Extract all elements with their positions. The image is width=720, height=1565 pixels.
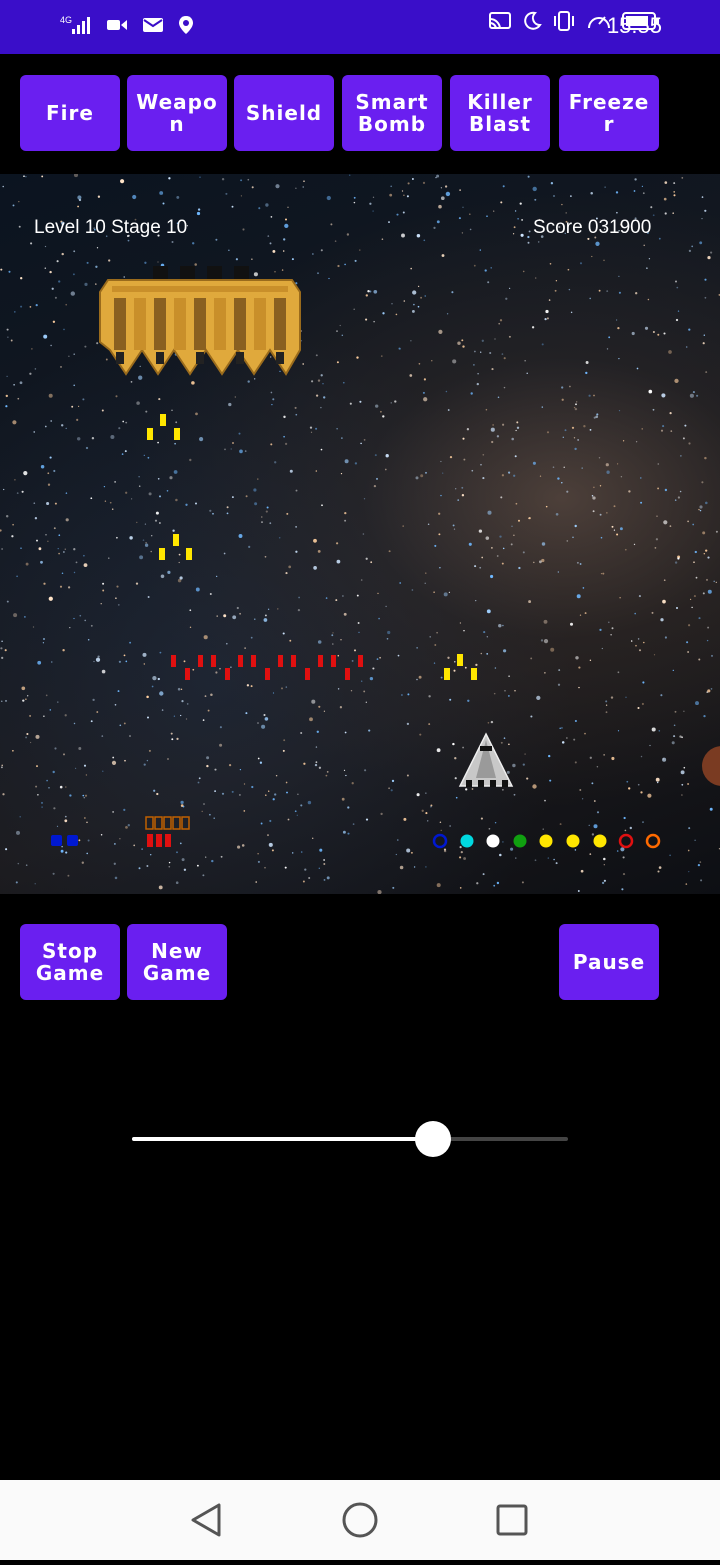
enemy-bullets-yellow: [147, 414, 477, 680]
freezer-button[interactable]: Freeze r: [559, 75, 659, 151]
stop-game-button[interactable]: Stop Game: [20, 924, 120, 1000]
shield-button[interactable]: Shield: [234, 75, 334, 151]
planet: [702, 746, 720, 786]
player-ship: [458, 732, 514, 787]
back-icon[interactable]: [191, 1503, 221, 1537]
vibrate-icon: [552, 10, 576, 37]
cast-icon: [488, 11, 512, 36]
game-sprites: [51, 266, 720, 849]
status-time: 15:55: [606, 13, 662, 38]
moon-icon: [522, 11, 542, 36]
fire-button[interactable]: Fire: [20, 75, 120, 151]
recents-icon[interactable]: [496, 1504, 528, 1536]
signal-icon: 4G: [58, 14, 92, 41]
ammo-indicator: [145, 816, 190, 847]
status-bar: 4G 15:55: [0, 0, 720, 54]
mail-icon: [142, 17, 164, 38]
new-game-button[interactable]: New Game: [127, 924, 227, 1000]
game-canvas[interactable]: Level 10 Stage 10 Score 031900: [0, 174, 720, 894]
lives-indicator: [51, 835, 78, 846]
network-label: 4G: [60, 15, 72, 25]
weapon-button[interactable]: Weapo n: [127, 75, 227, 151]
slider-fill: [132, 1137, 433, 1141]
boss-ship: [99, 266, 301, 376]
pause-button[interactable]: Pause: [559, 924, 659, 1000]
location-icon: [178, 15, 194, 40]
slider-thumb[interactable]: [415, 1121, 451, 1157]
navigation-bar: [0, 1480, 720, 1560]
killer-blast-button[interactable]: Killer Blast: [450, 75, 550, 151]
video-icon: [106, 17, 128, 38]
speed-slider[interactable]: [132, 1121, 568, 1157]
enemy-bullets-red: [171, 655, 363, 680]
smart-bomb-button[interactable]: Smart Bomb: [342, 75, 442, 151]
weapon-indicators: [432, 833, 661, 849]
home-icon[interactable]: [342, 1502, 378, 1538]
